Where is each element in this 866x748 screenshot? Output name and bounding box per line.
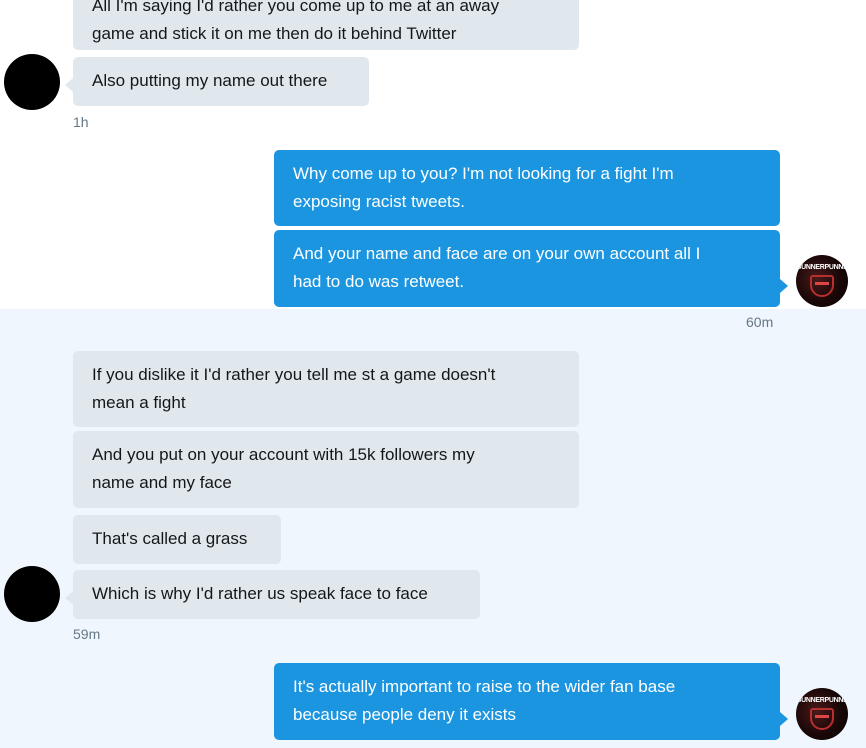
other-user-avatar[interactable]: [4, 54, 60, 110]
message-received[interactable]: That's called a grass: [73, 515, 281, 564]
avatar-logo-text: GUNNERPUNNER: [796, 264, 848, 271]
other-user-avatar[interactable]: [4, 566, 60, 622]
message-received[interactable]: Also putting my name out there: [65, 57, 369, 106]
message-sent[interactable]: It's actually important to raise to the …: [274, 663, 788, 740]
message-sent[interactable]: And your name and face are on your own a…: [274, 230, 788, 307]
message-received[interactable]: And you put on your account with 15k fol…: [73, 431, 579, 508]
message-sent[interactable]: Why come up to you? I'm not looking for …: [274, 150, 780, 226]
message-timestamp: 59m: [73, 626, 101, 642]
message-received[interactable]: All I'm saying I'd rather you come up to…: [73, 0, 579, 50]
avatar-logo-text: GUNNERPUNNER: [796, 697, 848, 704]
crest-icon: [810, 275, 834, 297]
message-timestamp: 1h: [73, 114, 89, 130]
own-avatar[interactable]: GUNNERPUNNER: [796, 688, 848, 740]
message-received[interactable]: Which is why I'd rather us speak face to…: [65, 570, 480, 619]
message-received[interactable]: If you dislike it I'd rather you tell me…: [73, 351, 579, 427]
crest-icon: [810, 708, 834, 730]
message-timestamp: 60m: [746, 314, 774, 330]
own-avatar[interactable]: GUNNERPUNNER: [796, 255, 848, 307]
